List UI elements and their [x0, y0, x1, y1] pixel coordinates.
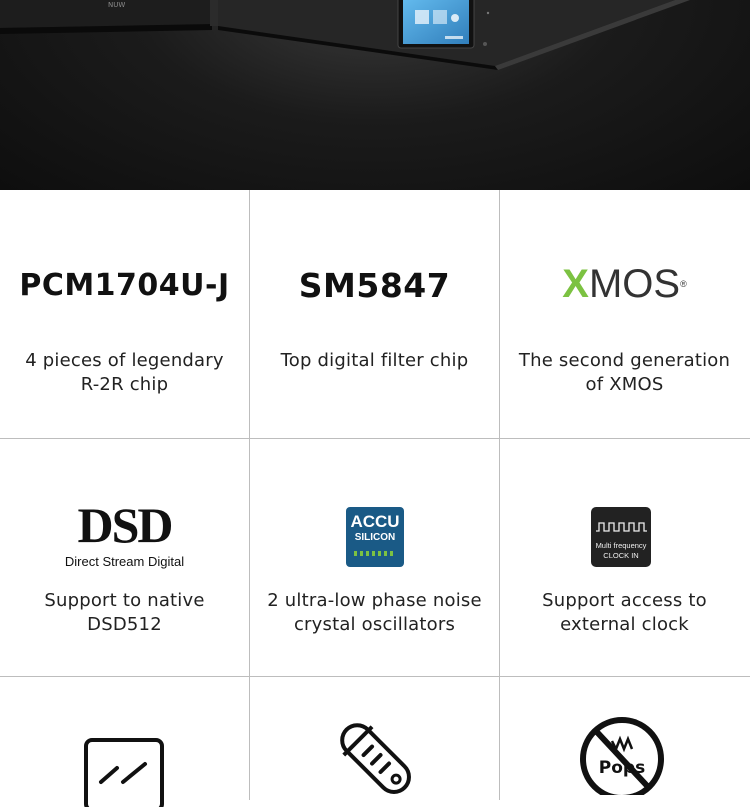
- feature-accu-silicon: ACCU SILICON 2 ultra-low phase noise cry…: [250, 439, 499, 676]
- feature-no-pops: Pops: [500, 677, 749, 800]
- clock-in-logo-line2: CLOCK IN: [603, 551, 639, 560]
- dsd-logo: DSD: [77, 497, 173, 553]
- feature-text: of XMOS: [585, 374, 664, 395]
- feature-text: The second generation: [518, 350, 731, 371]
- feature-dsd: DSD Direct Stream Digital Support to nat…: [0, 439, 249, 676]
- feature-grid: PCM1704U-J 4 pieces of legendary R-2R ch…: [0, 190, 750, 807]
- no-pops-icon: Pops: [580, 717, 664, 795]
- feature-text: Support access to: [542, 590, 707, 611]
- feature-text: 4 pieces of legendary: [25, 350, 224, 371]
- feature-fuse: [250, 677, 499, 800]
- feature-text: Top digital filter chip: [280, 350, 469, 371]
- glass-panel-icon: [84, 738, 164, 807]
- xmos-logo: XMOS®: [500, 260, 749, 308]
- device-brand: NUW: [108, 1, 125, 9]
- device-image: NUW: [0, 0, 690, 70]
- dsd-logo-subtitle: Direct Stream Digital: [64, 554, 185, 569]
- pops-label: Pops: [599, 758, 645, 778]
- pcm1704-logo: PCM1704U-J: [19, 268, 230, 303]
- feature-sm5847: SM5847 Top digital filter chip: [250, 190, 499, 438]
- fuse-icon: [340, 723, 411, 794]
- xmos-logo-x: X: [562, 262, 589, 306]
- feature-clock-in: Multi frequency CLOCK IN Support access …: [500, 439, 749, 676]
- feature-text: Support to native: [44, 590, 205, 611]
- xmos-logo-text: MOS: [588, 262, 681, 306]
- feature-text: crystal oscillators: [293, 614, 456, 635]
- feature-text: external clock: [560, 614, 689, 635]
- accu-silicon-logo: ACCU SILICON: [346, 507, 404, 567]
- feature-pcm1704: PCM1704U-J 4 pieces of legendary R-2R ch…: [0, 190, 249, 438]
- feature-text: 2 ultra-low phase noise: [267, 590, 482, 611]
- chip-pins-icon: [354, 551, 396, 556]
- registered-mark: ®: [680, 279, 687, 289]
- accu-silicon-logo-bottom: SILICON: [354, 532, 396, 543]
- clock-in-logo: Multi frequency CLOCK IN: [591, 507, 651, 567]
- feature-xmos: XMOS® The second generation of XMOS: [500, 190, 749, 438]
- feature-text: R-2R chip: [80, 374, 169, 395]
- hero-banner: NUW: [0, 0, 750, 190]
- accu-silicon-logo-top: ACCU: [350, 512, 400, 531]
- sm5847-logo: SM5847: [298, 266, 451, 305]
- feature-glass-panel: [0, 677, 249, 807]
- square-wave-icon: [596, 522, 647, 532]
- feature-text: DSD512: [87, 614, 162, 635]
- clock-in-logo-line1: Multi frequency: [595, 541, 647, 550]
